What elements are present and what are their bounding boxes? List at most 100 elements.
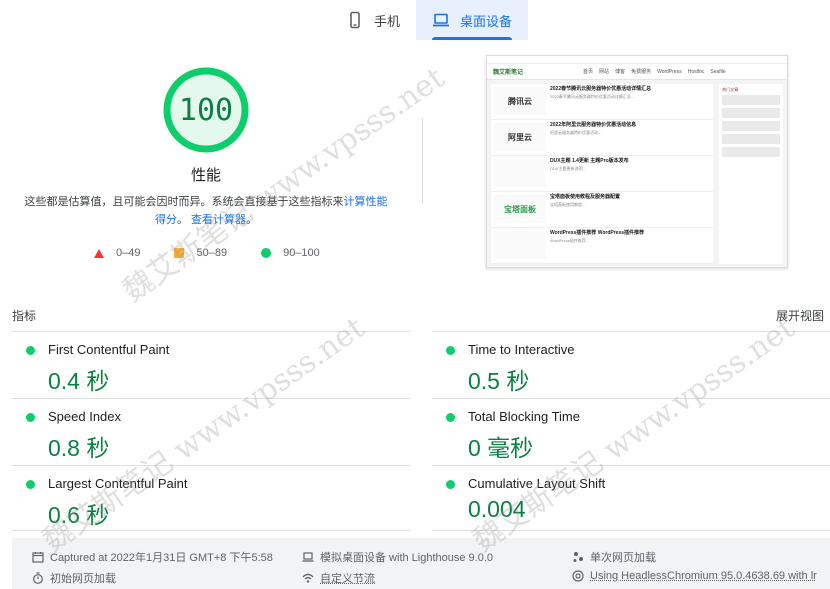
thumb-nav: 魏艾斯笔记 首页 网站 博客 免费服务 WordPress Hostloc Se…: [487, 64, 787, 80]
thumb-post-title: 2022春节腾讯云服务器特价优惠活动详情汇总: [550, 86, 652, 92]
metric-title: Total Blocking Time: [468, 409, 580, 424]
thumb-side-block: [722, 121, 780, 131]
metric-title: Speed Index: [48, 409, 122, 424]
calculator-link[interactable]: 查看计算器: [191, 214, 246, 226]
thumb-nav-item: Hostloc: [687, 68, 705, 75]
pass-circle-icon: [446, 413, 455, 422]
thumb-post: 腾讯云 2022春节腾讯云服务器特价优惠活动详情汇总 2022春节腾讯云服务器特价…: [491, 84, 714, 120]
thumb-sidebar: 热门文章: [719, 84, 783, 264]
score-legend: 0–49 50–89 90–100: [94, 247, 354, 259]
metric-title: Time to Interactive: [468, 342, 575, 357]
pass-circle-icon: [26, 346, 35, 355]
initial-load-text: 初始网页加载: [50, 573, 116, 585]
metric-value: 0.4 秒: [48, 368, 110, 394]
metric-title: Cumulative Layout Shift: [468, 476, 606, 491]
thumb-post-title: DUX主题 1.4更新 主题Pro版本发布: [550, 158, 629, 164]
metric-title: First Contentful Paint: [48, 342, 170, 357]
gauge-title: 性能: [190, 167, 221, 184]
pass-circle-icon: [446, 480, 455, 489]
triangle-icon: [94, 248, 104, 258]
thumb-logo: 魏艾斯笔记: [493, 70, 524, 76]
device-text: 模拟桌面设备 with Lighthouse 9.0.0: [320, 552, 494, 564]
legend-fail: 0–49: [94, 247, 140, 259]
browser-info: Using HeadlessChromium 95.0.4638.69 with…: [572, 570, 817, 582]
calendar-icon: [32, 552, 44, 563]
thumb-post-title: 2022年阿里云服务器特价优惠活动信息: [550, 122, 637, 128]
session-text: 单次网页加载: [590, 552, 656, 564]
thumb-nav-item: WordPress: [657, 68, 682, 75]
tab-desktop[interactable]: 桌面设备: [416, 0, 529, 40]
tab-desktop-label: 桌面设备: [460, 13, 513, 29]
performance-gauge: 100: [160, 64, 252, 156]
metric-value: 0.8 秒: [48, 435, 110, 461]
thumb-post-excerpt: 宝塔面板使用教程...: [550, 202, 586, 207]
thumb-post-image: 腾讯云: [494, 87, 546, 115]
pass-circle-icon: [26, 480, 35, 489]
captured-text: Captured at 2022年1月31日 GMT+8 下午5:58: [50, 552, 273, 564]
thumb-post-text: 宝塔面板使用教程及服务器配置 宝塔面板使用教程...: [550, 195, 710, 224]
metric-title: Largest Contentful Paint: [48, 476, 188, 491]
chrome-icon: [572, 570, 584, 582]
metric-cls: Cumulative Layout Shift 0.004: [432, 465, 830, 531]
thumb-post-text: WordPress插件推荐 WordPress插件推荐 WordPress插件推荐…: [550, 231, 710, 260]
thumb-body: 腾讯云 2022春节腾讯云服务器特价优惠活动详情汇总 2022春节腾讯云服务器特价…: [487, 80, 787, 267]
performance-score: 100: [178, 92, 234, 128]
phone-icon: [350, 11, 360, 29]
metric-fcp: First Contentful Paint 0.4 秒: [12, 331, 410, 397]
metric-value: 0.004: [468, 496, 526, 522]
thumb-post: 阿里云 2022年阿里云服务器特价优惠活动信息 阿里云服务器特价优惠活动...: [491, 120, 714, 156]
final-screenshot[interactable]: 魏艾斯笔记 首页 网站 博客 免费服务 WordPress Hostloc Se…: [486, 55, 788, 268]
thumb-post-title: WordPress插件推荐 WordPress插件推荐: [550, 230, 645, 236]
laptop-icon: [433, 13, 450, 27]
laptop-icon: [302, 552, 314, 562]
thumb-post-image: 阿里云: [494, 123, 546, 151]
circle-icon: [261, 248, 272, 258]
description-text: 这些都是估算值，且可能会因时而异。系统会直接基于这些指标来: [24, 196, 344, 208]
legend-pass-label: 90–100: [283, 247, 320, 259]
thumb-side-block: [722, 147, 780, 157]
description-mid: 。: [176, 214, 188, 226]
legend-average: 50–89: [174, 247, 227, 259]
thumb-post-image: [494, 231, 546, 259]
thumb-post-image: 宝塔面板: [494, 195, 546, 223]
runtime-settings: Captured at 2022年1月31日 GMT+8 下午5:58 模拟桌面…: [12, 538, 830, 589]
thumb-nav-item: Seafile: [710, 68, 726, 75]
thumb-side-block: [722, 95, 780, 105]
thumb-side-title: 热门文章: [722, 87, 739, 92]
metrics-title: 指标: [12, 309, 37, 323]
thumb-post: WordPress插件推荐 WordPress插件推荐 WordPress插件推荐…: [491, 228, 714, 264]
legend-average-label: 50–89: [196, 247, 228, 259]
metric-value: 0 毫秒: [468, 435, 534, 461]
thumb-post: 宝塔面板 宝塔面板使用教程及服务器配置 宝塔面板使用教程...: [491, 192, 714, 228]
session-info: 单次网页加载: [572, 549, 656, 565]
tab-mobile-label: 手机: [374, 13, 401, 29]
metric-tbt: Total Blocking Time 0 毫秒: [432, 398, 830, 464]
legend-fail-label: 0–49: [116, 247, 141, 259]
wifi-icon: [302, 573, 314, 583]
thumb-nav-item: 首页: [583, 69, 594, 75]
captured-info: Captured at 2022年1月31日 GMT+8 下午5:58: [32, 549, 273, 565]
throttle-text[interactable]: 自定义节流: [320, 570, 375, 586]
browser-text[interactable]: Using HeadlessChromium 95.0.4638.69 with…: [590, 570, 817, 582]
divider: [422, 118, 423, 204]
thumb-post-title: 宝塔面板使用教程及服务器配置: [550, 194, 621, 200]
thumb-nav-item: 博客: [615, 69, 626, 75]
thumb-post-image: [494, 159, 546, 187]
metric-tti: Time to Interactive 0.5 秒: [432, 331, 830, 397]
thumb-post-excerpt: WordPress插件推荐...: [550, 238, 590, 243]
device-tabs: 手机 桌面设备: [330, 0, 529, 40]
thumb-post-excerpt: 2022春节腾讯云服务器特价优惠活动详情汇总...: [550, 94, 635, 99]
device-info: 模拟桌面设备 with Lighthouse 9.0.0: [302, 549, 493, 565]
pass-circle-icon: [26, 413, 35, 422]
tab-mobile[interactable]: 手机: [330, 0, 416, 40]
thumb-post-text: 2022年阿里云服务器特价优惠活动信息 阿里云服务器特价优惠活动...: [550, 123, 710, 152]
thumb-nav-item: 免费服务: [631, 69, 652, 75]
expand-view-toggle[interactable]: 展开视图: [776, 307, 824, 324]
score-description: 这些都是估算值，且可能会因时而异。系统会直接基于这些指标来计算性能得分。 查看计…: [20, 193, 392, 229]
thumb-side-block: [722, 134, 780, 144]
square-icon: [174, 248, 185, 258]
thumb-nav-item: 网站: [599, 69, 610, 75]
throttle-info: 自定义节流: [302, 570, 375, 586]
thumb-topbar: [487, 56, 787, 64]
thumb-post-text: DUX主题 1.4更新 主题Pro版本发布 DUX主题更新说明...: [550, 159, 710, 188]
